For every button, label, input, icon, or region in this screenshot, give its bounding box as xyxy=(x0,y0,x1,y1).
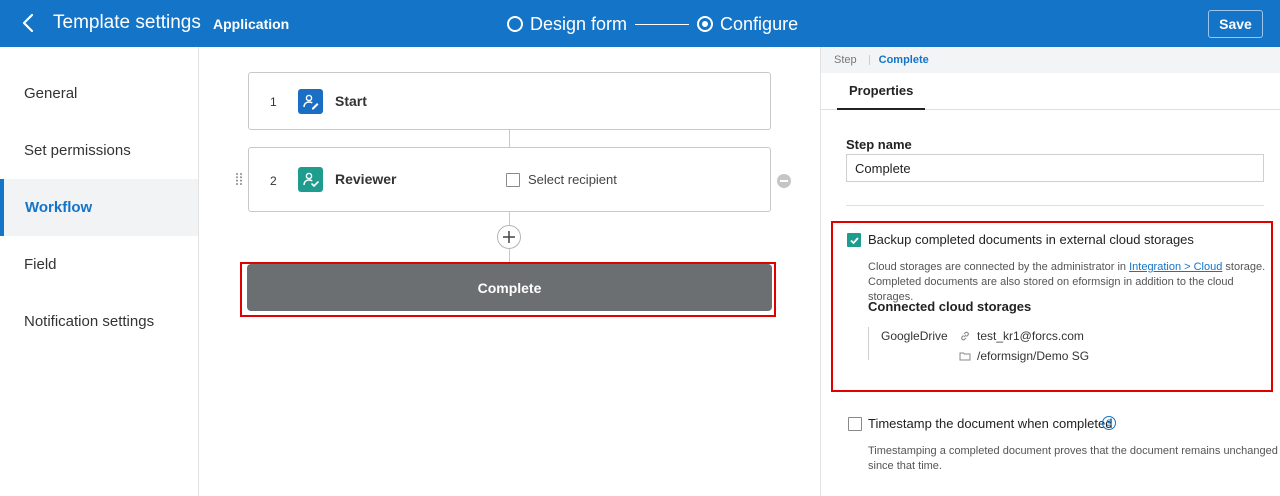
select-recipient-label: Select recipient xyxy=(528,172,617,187)
save-button[interactable]: Save xyxy=(1208,10,1263,38)
user-edit-icon xyxy=(298,89,323,114)
step-design-form-label: Design form xyxy=(530,13,628,34)
breadcrumb-current: Complete xyxy=(878,54,929,66)
timestamp-desc-line1: Timestamping a completed document proves… xyxy=(868,445,1278,457)
backup-desc-prefix: Cloud storages are connected by the admi… xyxy=(868,261,1130,273)
back-arrow-icon[interactable] xyxy=(18,12,40,34)
page-title: Template settings xyxy=(53,12,201,33)
select-recipient-checkbox[interactable]: Select recipient xyxy=(506,172,617,187)
add-step-icon[interactable] xyxy=(497,225,521,249)
section-divider xyxy=(846,205,1264,206)
breadcrumb-parent[interactable]: Step xyxy=(834,54,857,66)
settings-sidebar: General Set permissions Workflow Field N… xyxy=(0,47,199,496)
step-name-label: Step name xyxy=(846,137,912,152)
backup-checkbox[interactable] xyxy=(847,233,861,247)
step-name-input[interactable] xyxy=(846,154,1264,182)
timestamp-checkbox[interactable] xyxy=(848,417,862,431)
sidebar-item-set-permissions[interactable]: Set permissions xyxy=(0,122,198,179)
timestamp-description: Timestamping a completed document proves… xyxy=(868,444,1278,474)
step-connector xyxy=(509,249,510,262)
panel-tabs: Properties xyxy=(821,73,1280,110)
radio-selected-icon xyxy=(697,16,714,32)
storage-account: test_kr1@forcs.com xyxy=(959,329,1084,343)
sidebar-item-field[interactable]: Field xyxy=(0,236,198,293)
connected-storages-title: Connected cloud storages xyxy=(868,299,1032,314)
step-configure[interactable]: Configure xyxy=(697,14,798,35)
step-divider xyxy=(635,23,690,25)
properties-panel: Step Complete Properties Step name Backu… xyxy=(820,47,1280,496)
storage-folder-text: /eformsign/Demo SG xyxy=(977,349,1090,363)
step-design-form[interactable]: Design form xyxy=(507,14,627,35)
workflow-step-start[interactable]: 1 Start xyxy=(248,72,771,130)
timestamp-desc-line2: since that time. xyxy=(868,460,942,472)
step-label: Start xyxy=(335,93,367,109)
sidebar-item-workflow[interactable]: Workflow xyxy=(0,179,198,236)
storage-divider xyxy=(868,327,869,360)
workflow-step-reviewer[interactable]: 2 Reviewer Select recipient xyxy=(248,147,771,212)
step-label: Reviewer xyxy=(335,171,397,187)
drag-handle-icon[interactable] xyxy=(236,172,242,185)
breadcrumb-separator xyxy=(868,55,870,65)
backup-option-label: Backup completed documents in external c… xyxy=(868,232,1194,247)
radio-empty-icon xyxy=(507,16,523,32)
breadcrumb: Step Complete xyxy=(821,47,1280,73)
storage-name: GoogleDrive xyxy=(881,329,948,343)
paid-feature-icon: $ xyxy=(1102,416,1116,430)
complete-step-button[interactable]: Complete xyxy=(247,264,772,311)
step-number: 2 xyxy=(270,174,277,188)
user-check-icon xyxy=(298,167,323,192)
sidebar-item-general[interactable]: General xyxy=(0,65,198,122)
link-icon xyxy=(961,331,969,341)
checkbox-icon[interactable] xyxy=(506,172,520,187)
step-connector xyxy=(509,130,510,147)
storage-folder: /eformsign/Demo SG xyxy=(959,349,1089,363)
step-configure-label: Configure xyxy=(720,13,799,34)
folder-icon xyxy=(959,352,971,361)
backup-desc-suffix: storage. xyxy=(1222,261,1266,273)
timestamp-option-label: Timestamp the document when completed xyxy=(868,416,1113,431)
workflow-canvas: 1 Start 2 Reviewer Select recipient Comp… xyxy=(199,47,820,496)
top-bar: Template settings Application Design for… xyxy=(0,0,1280,47)
step-number: 1 xyxy=(270,95,277,109)
tab-properties[interactable]: Properties xyxy=(837,73,926,110)
step-connector xyxy=(509,212,510,225)
storage-account-text: test_kr1@forcs.com xyxy=(977,329,1084,343)
sidebar-item-notification-settings[interactable]: Notification settings xyxy=(0,293,198,350)
remove-step-icon[interactable] xyxy=(777,174,791,188)
integration-cloud-link[interactable]: Integration > Cloud xyxy=(1129,261,1222,273)
template-type: Application xyxy=(213,16,290,32)
wizard-stepper: Design form Configure xyxy=(507,13,798,35)
